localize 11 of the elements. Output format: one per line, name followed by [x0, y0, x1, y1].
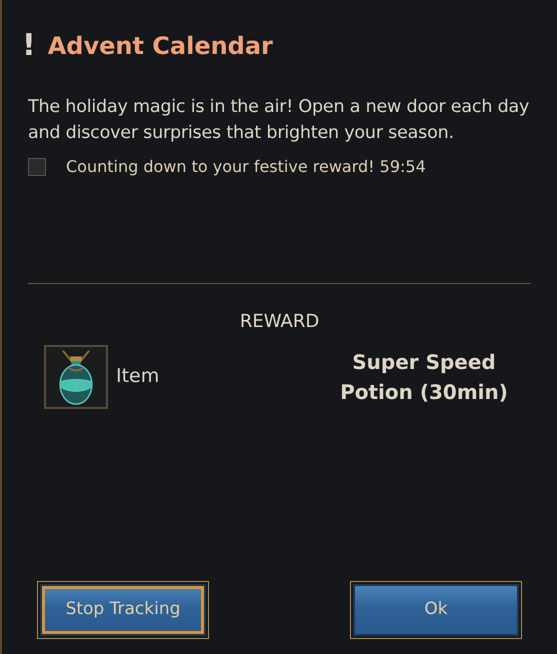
dialog-title: Advent Calendar [48, 31, 273, 62]
description: The holiday magic is in the air! Open a new door each day and discover surprises that brighten your season. [28, 96, 530, 146]
countdown-label: Counting down to your festive reward! 59:54 [66, 156, 426, 178]
potion-icon [44, 344, 108, 408]
dialog-button[interactable]: Ok [353, 584, 519, 636]
exclamation-mark: ! [22, 31, 36, 61]
reward-heading: REWARD [238, 310, 320, 334]
checkbox[interactable] [28, 158, 46, 176]
reward-name: Super Speed Potion (30min) [339, 348, 509, 406]
reward-type: Item [116, 364, 160, 390]
dialog-button[interactable]: Stop Tracking [40, 584, 206, 636]
